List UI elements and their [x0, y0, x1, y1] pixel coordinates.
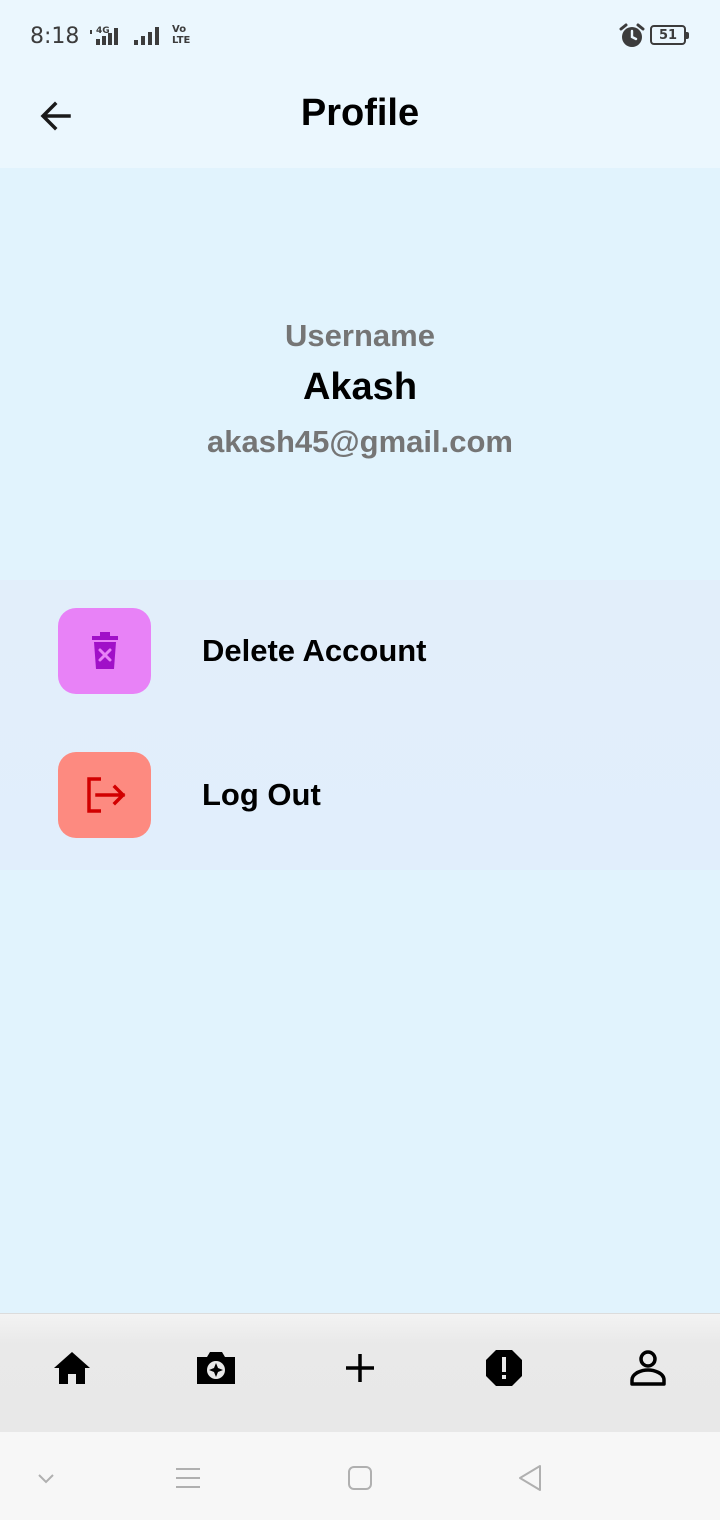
status-bar: 8:18 4G Vo LTE 51: [0, 0, 720, 72]
alert-icon: [486, 1350, 522, 1386]
battery-level: 51: [658, 27, 678, 43]
nav-home[interactable]: [48, 1344, 96, 1392]
nav-add[interactable]: [336, 1344, 384, 1392]
person-icon: [630, 1350, 666, 1386]
nav-profile[interactable]: [624, 1344, 672, 1392]
system-home-button[interactable]: [340, 1460, 380, 1496]
add-icon: [346, 1354, 374, 1382]
delete-icon: [91, 632, 118, 669]
delete-account-button[interactable]: Delete Account: [58, 608, 427, 694]
menu-icon: [176, 1468, 200, 1488]
logout-icon: [86, 777, 125, 813]
system-collapse-button[interactable]: [26, 1460, 66, 1496]
page-title: Profile: [300, 92, 420, 134]
battery-icon: 51: [650, 25, 689, 45]
system-back-button[interactable]: [510, 1460, 550, 1496]
profile-info: Username Akash akash45@gmail.com: [0, 168, 720, 580]
nav-camera[interactable]: [192, 1344, 240, 1392]
alarm-icon: [618, 22, 646, 55]
system-menu-button[interactable]: [168, 1460, 208, 1496]
username-label: Username: [285, 318, 435, 353]
account-actions: Delete Account Log Out: [0, 580, 720, 870]
status-time: 8:18: [30, 24, 80, 49]
username-value: Akash: [302, 366, 418, 408]
network-label: 4G: [96, 26, 110, 36]
signal-4g-icon: 4G: [88, 24, 128, 53]
signal-icon: [134, 24, 166, 53]
app-bar: Profile: [0, 72, 720, 168]
chevron-down-icon: [38, 1474, 54, 1484]
nav-alert[interactable]: [480, 1344, 528, 1392]
bottom-navigation: [0, 1313, 720, 1432]
logout-icon-container: [58, 752, 151, 838]
back-triangle-icon: [519, 1465, 541, 1491]
logout-label: Log Out: [202, 777, 321, 812]
volte-icon: Vo LTE: [172, 24, 190, 46]
square-home-icon: [348, 1466, 372, 1490]
volte-label: Vo LTE: [172, 24, 191, 46]
delete-account-label: Delete Account: [202, 633, 427, 668]
logout-button[interactable]: Log Out: [58, 752, 321, 838]
system-navigation: [0, 1432, 720, 1520]
delete-icon-container: [58, 608, 151, 694]
home-icon: [54, 1352, 90, 1384]
camera-icon: [197, 1352, 235, 1384]
email-text: akash45@gmail.com: [207, 424, 513, 459]
